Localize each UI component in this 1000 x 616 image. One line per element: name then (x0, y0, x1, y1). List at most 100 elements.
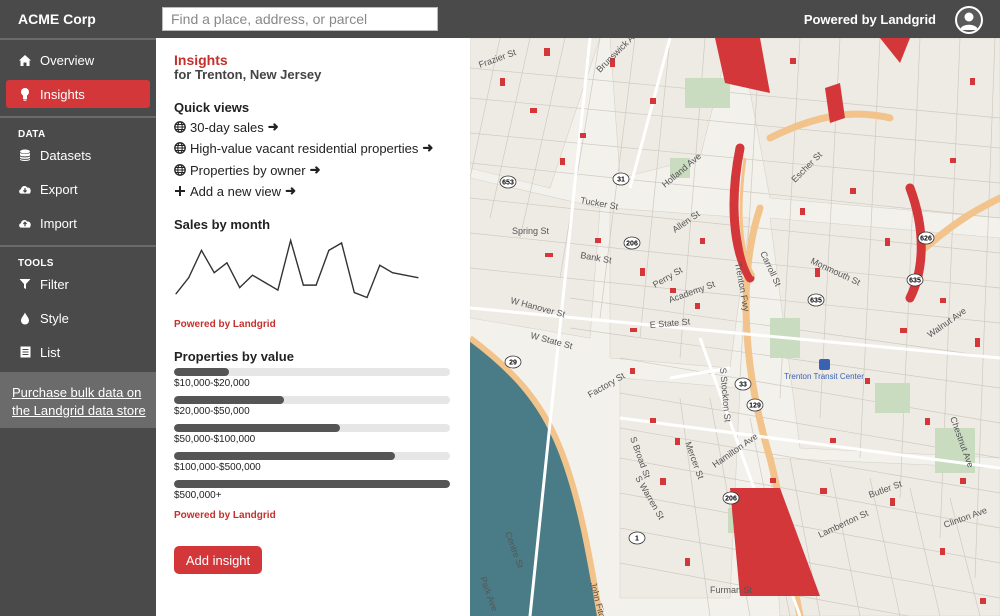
sidebar-item-export[interactable]: Export (6, 175, 150, 203)
sales-point (226, 262, 228, 264)
route-shield-label: 206 (725, 496, 737, 503)
sales-point (379, 264, 381, 266)
sidebar-item-import[interactable]: Import (6, 209, 150, 237)
sidebar-item-insights[interactable]: Insights (6, 80, 150, 108)
sales-point (340, 242, 343, 244)
sidebar-item-label: Insights (40, 86, 85, 102)
plus-icon (174, 185, 186, 197)
sales-point (391, 272, 394, 274)
quick-views-heading: Quick views (174, 100, 250, 115)
sales-point (417, 277, 419, 279)
sidebar-item-style[interactable]: Style (6, 304, 150, 332)
powered-by-label: Powered by Landgrid (174, 510, 276, 521)
add-view-link[interactable]: Add a new view ➜ (174, 183, 296, 199)
parcel-map[interactable]: Trenton Transit Center Frazier St Brunswi… (470, 38, 1000, 616)
value-bar-label: $50,000-$100,000 (174, 434, 256, 445)
user-avatar-icon[interactable] (955, 6, 983, 34)
filter-icon (18, 277, 32, 291)
quick-view-label: Properties by owner (190, 162, 306, 178)
map-canvas[interactable]: Trenton Transit Center Frazier St Brunswi… (470, 38, 1000, 616)
top-bar: ACME Corp Powered by Landgrid (0, 0, 1000, 38)
route-shield-label: 635 (909, 278, 921, 285)
panel-subtitle: for Trenton, New Jersey (174, 67, 322, 82)
value-bar-track (174, 396, 450, 404)
sidebar: Overview Insights DATA Datasets Export I… (0, 38, 156, 616)
train-icon (819, 359, 830, 370)
section-label-data: DATA (18, 129, 46, 140)
sidebar-item-label: Style (40, 310, 69, 326)
list-icon (18, 345, 32, 359)
quick-view-link[interactable]: High-value vacant residential properties… (174, 140, 433, 156)
droplet-icon (18, 311, 32, 325)
insights-panel: Insights for Trenton, New Jersey Quick v… (156, 38, 470, 616)
sales-point (315, 284, 317, 286)
globe-icon (174, 164, 186, 176)
cloud-download-icon (18, 182, 32, 196)
value-bar-label: $100,000-$500,000 (174, 462, 261, 473)
sales-point (302, 284, 304, 286)
sales-line-chart (175, 237, 419, 299)
value-bar (174, 452, 395, 460)
sales-point (239, 287, 241, 289)
arrow-right-icon: ➜ (267, 119, 279, 134)
value-bar (174, 396, 285, 404)
globe-icon (174, 121, 186, 133)
sales-point (264, 282, 266, 284)
sidebar-item-overview[interactable]: Overview (6, 46, 150, 74)
street-label: Spring St (512, 226, 550, 236)
cloud-upload-icon (18, 216, 32, 230)
divider (0, 116, 156, 118)
sales-point (353, 291, 355, 294)
sidebar-item-datasets[interactable]: Datasets (6, 141, 150, 169)
route-shield-label: 653 (502, 180, 514, 187)
panel-title: Insights (174, 52, 228, 68)
value-bar-track (174, 452, 450, 460)
sales-point (200, 249, 203, 251)
sidebar-item-label: List (40, 344, 61, 360)
route-shield-label: 31 (617, 177, 625, 184)
sidebar-item-label: Import (40, 215, 77, 231)
divider (0, 38, 156, 40)
route-shield-label: 626 (920, 236, 932, 243)
search-input[interactable] (162, 7, 438, 31)
arrow-right-icon: ➜ (309, 162, 321, 177)
value-bar (174, 480, 450, 488)
sidebar-item-label: Export (40, 181, 78, 197)
value-bar-label: $20,000-$50,000 (174, 406, 250, 417)
sales-point (188, 277, 190, 279)
sales-point (328, 249, 330, 251)
route-shield-label: 206 (626, 241, 638, 248)
quick-view-label: High-value vacant residential properties (190, 140, 419, 156)
sales-point (404, 274, 406, 276)
promo-box: Purchase bulk data on the Landgrid data … (0, 372, 156, 428)
value-bar-label: $10,000-$20,000 (174, 378, 250, 389)
add-insight-button[interactable]: Add insight (174, 546, 262, 574)
sales-point (290, 239, 292, 242)
powered-by-label: Powered by Landgrid (174, 319, 276, 330)
route-shield-label: 33 (739, 382, 747, 389)
sidebar-item-label: Datasets (40, 147, 92, 163)
sidebar-item-list[interactable]: List (6, 338, 150, 366)
quick-view-link[interactable]: 30-day sales ➜ (174, 119, 279, 135)
divider (0, 245, 156, 247)
value-bar (174, 368, 230, 376)
sales-point (366, 296, 368, 299)
arrow-right-icon: ➜ (285, 183, 296, 198)
home-icon (18, 53, 32, 67)
powered-by-label: Powered by Landgrid (803, 12, 936, 27)
quick-view-label: 30-day sales (190, 119, 264, 135)
database-icon (18, 148, 32, 162)
sidebar-item-label: Overview (40, 52, 95, 68)
street-label: Furman St (710, 585, 753, 595)
lightbulb-icon (18, 87, 32, 101)
route-shield-label: 635 (810, 298, 822, 305)
globe-icon (174, 142, 186, 154)
sidebar-item-filter[interactable]: Filter (6, 270, 150, 298)
add-view-label: Add a new view (190, 183, 282, 199)
quick-view-link[interactable]: Properties by owner ➜ (174, 162, 321, 178)
sales-line (175, 237, 419, 299)
value-bar-track (174, 424, 450, 432)
bulk-data-link[interactable]: Purchase bulk data on the Landgrid data … (12, 385, 146, 418)
route-shield-label: 129 (749, 403, 761, 410)
value-bar-label: $500,000+ (174, 490, 222, 501)
